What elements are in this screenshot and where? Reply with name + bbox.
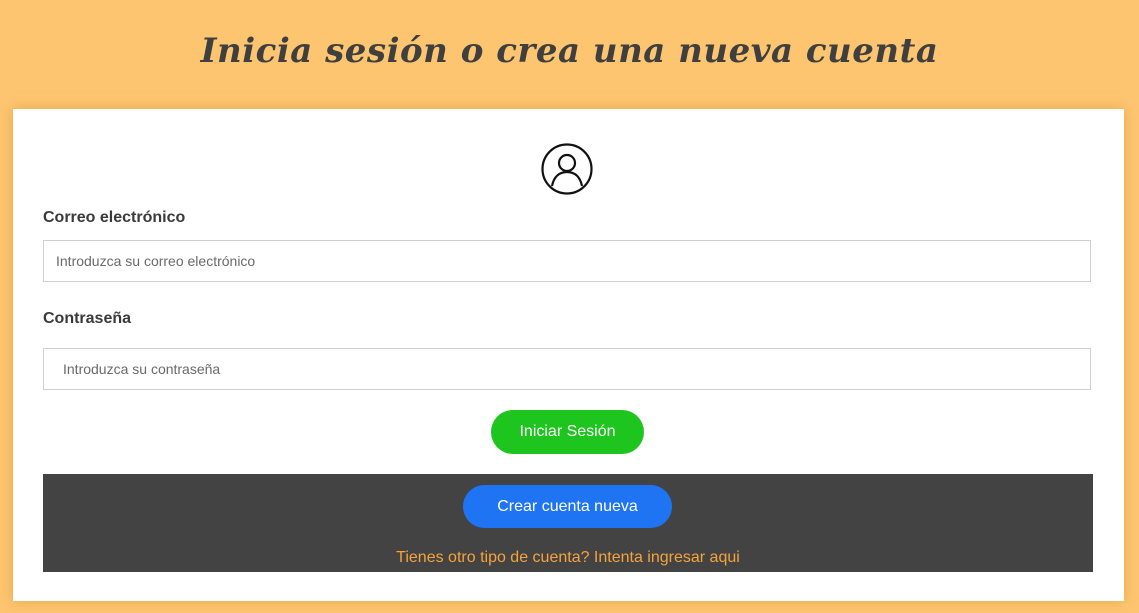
login-button[interactable]: Iniciar Sesión [491, 410, 644, 454]
email-input[interactable] [43, 240, 1091, 282]
create-account-button[interactable]: Crear cuenta nueva [463, 485, 672, 528]
email-label: Correo electrónico [43, 209, 186, 226]
password-input[interactable] [43, 348, 1091, 390]
create-account-panel: Crear cuenta nueva Tienes otro tipo de c… [43, 474, 1093, 572]
page-title: Inicia sesión o crea una nueva cuenta [200, 30, 939, 71]
login-card: Correo electrónico Contraseña Iniciar Se… [13, 109, 1124, 601]
password-label: Contraseña [43, 310, 132, 327]
other-account-link[interactable]: Tienes otro tipo de cuenta? Intenta ingr… [43, 549, 1093, 567]
user-avatar-icon [541, 143, 593, 195]
